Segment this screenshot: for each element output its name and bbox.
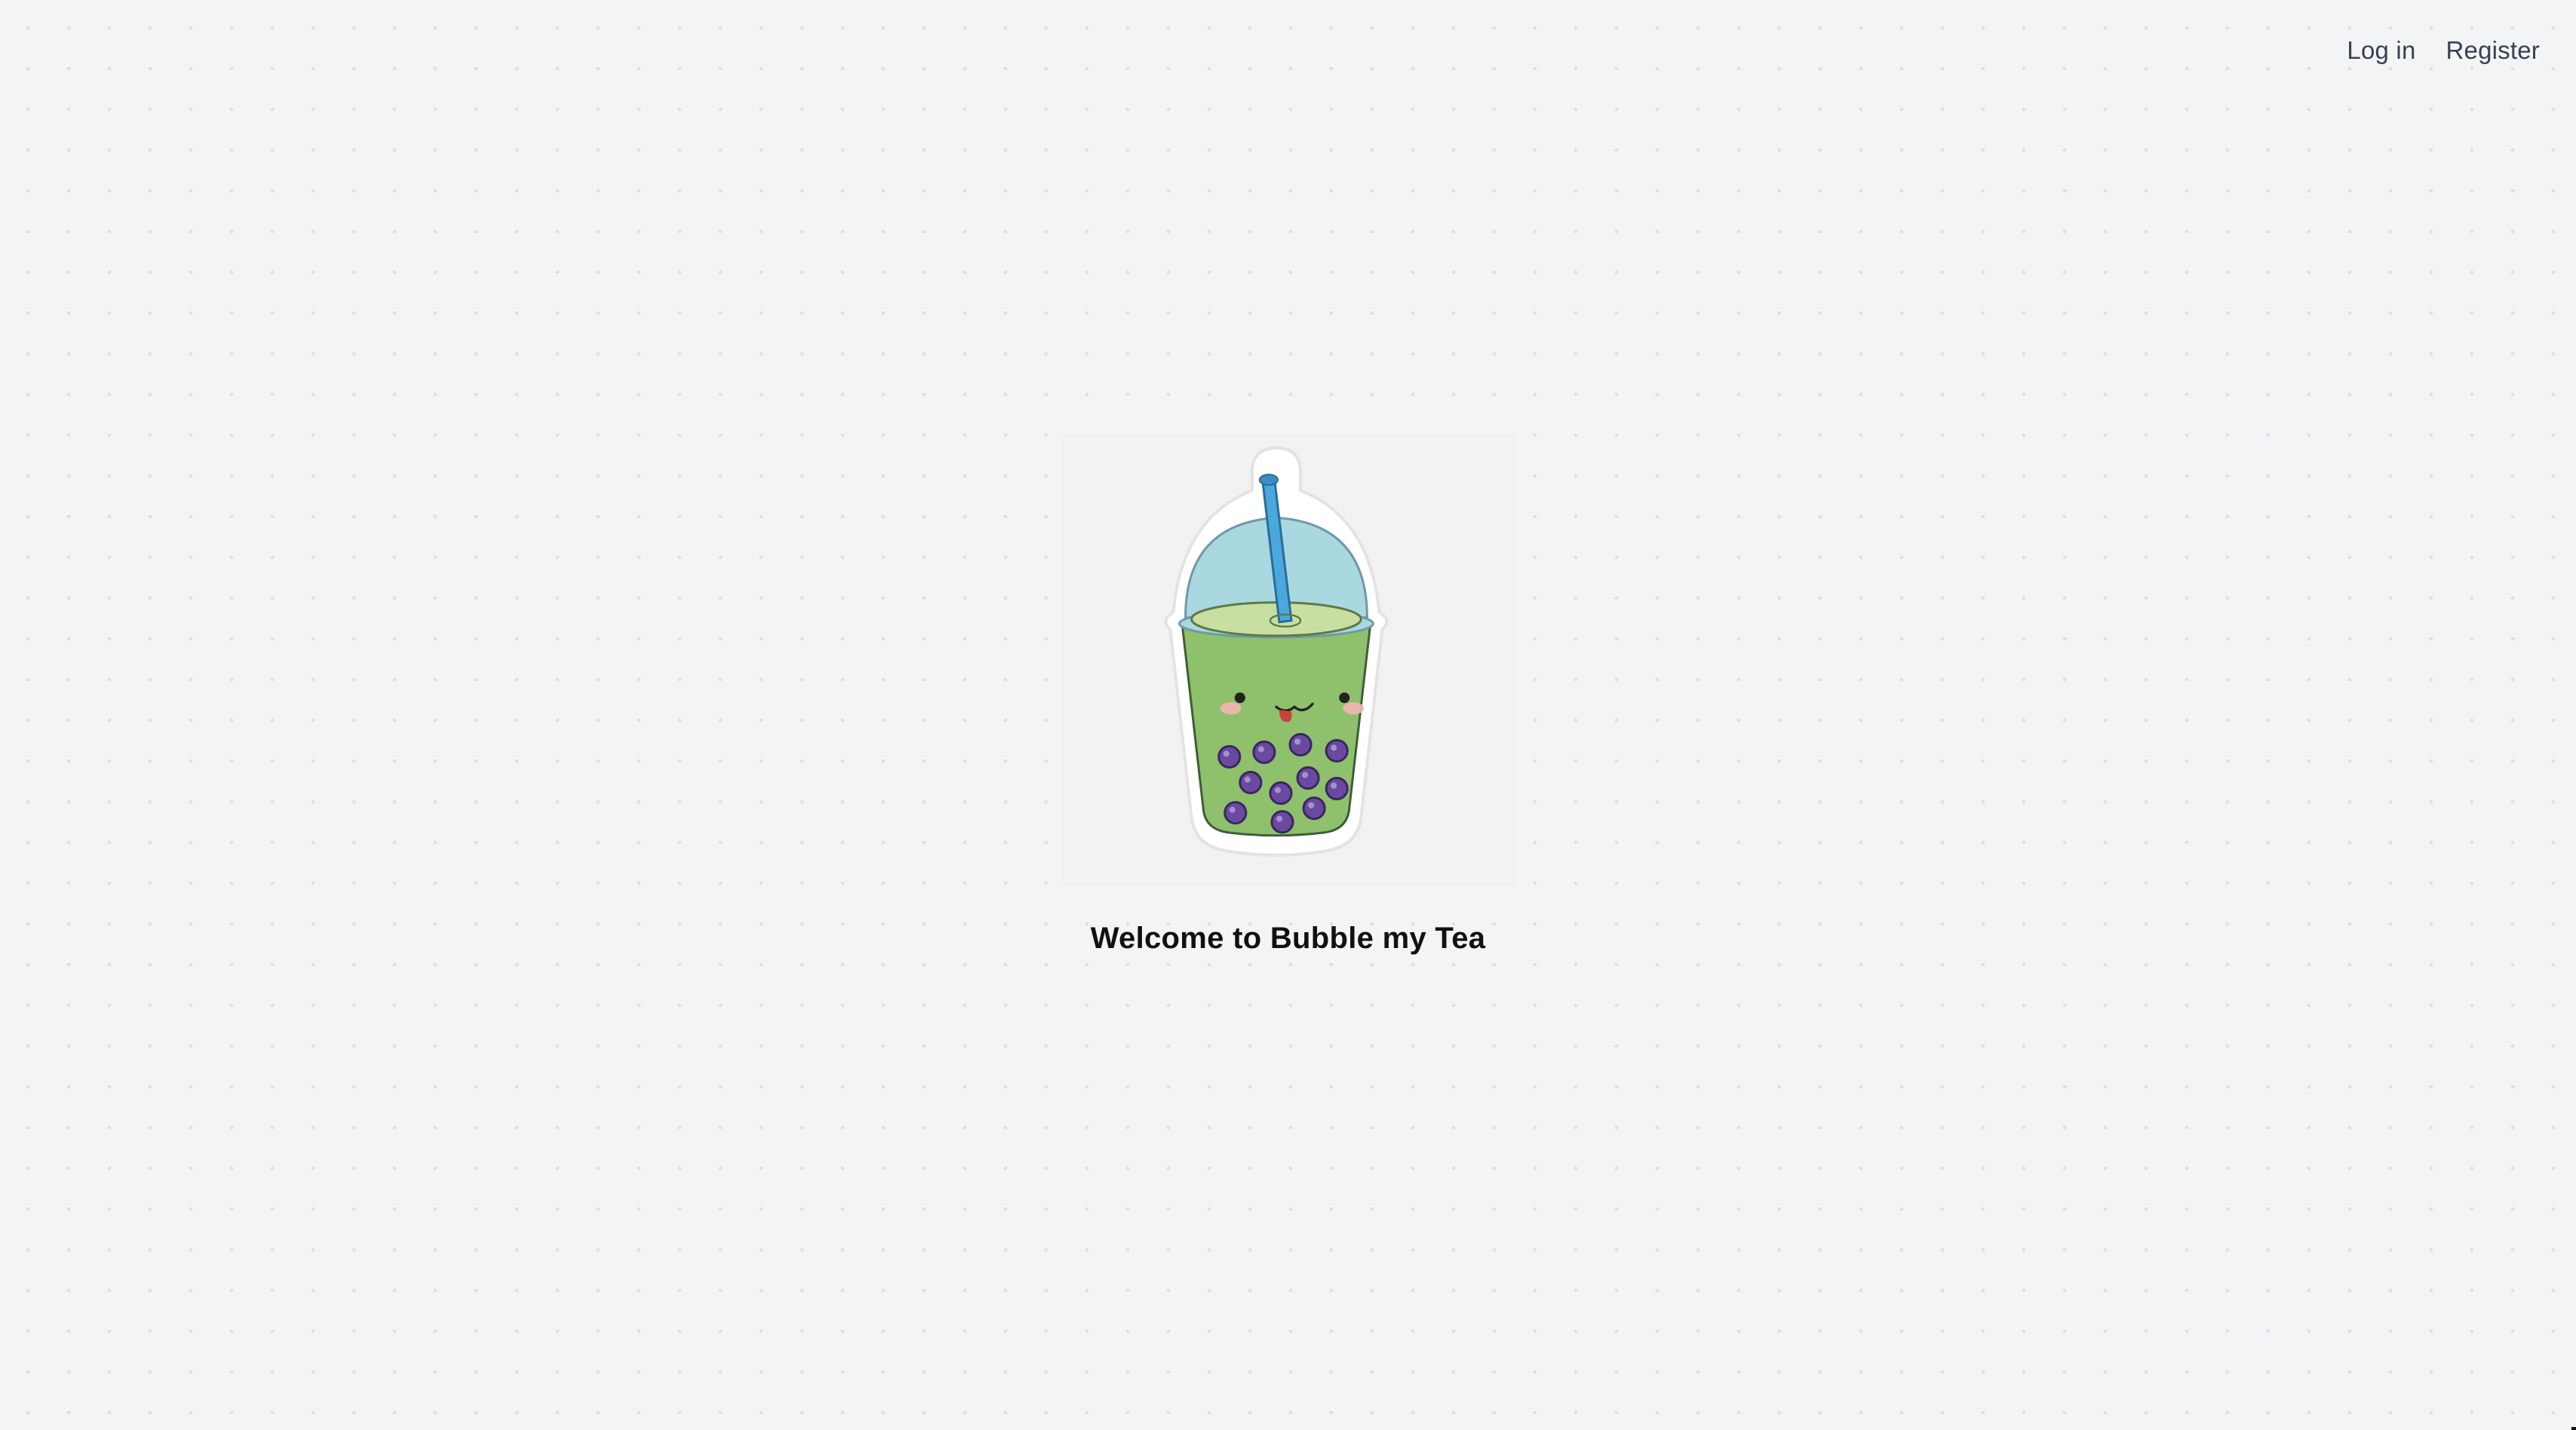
- logo-image: [1061, 433, 1515, 887]
- welcome-heading: Welcome to Bubble my Tea: [1090, 922, 1486, 955]
- bubble-tea-cup-icon: [1163, 446, 1388, 857]
- login-link[interactable]: Log in: [2347, 36, 2415, 65]
- corner-marker: [2571, 1427, 2576, 1430]
- top-nav: Log in Register: [2347, 36, 2540, 65]
- register-link[interactable]: Register: [2446, 36, 2540, 65]
- hero-section: Welcome to Bubble my Tea: [0, 433, 2576, 976]
